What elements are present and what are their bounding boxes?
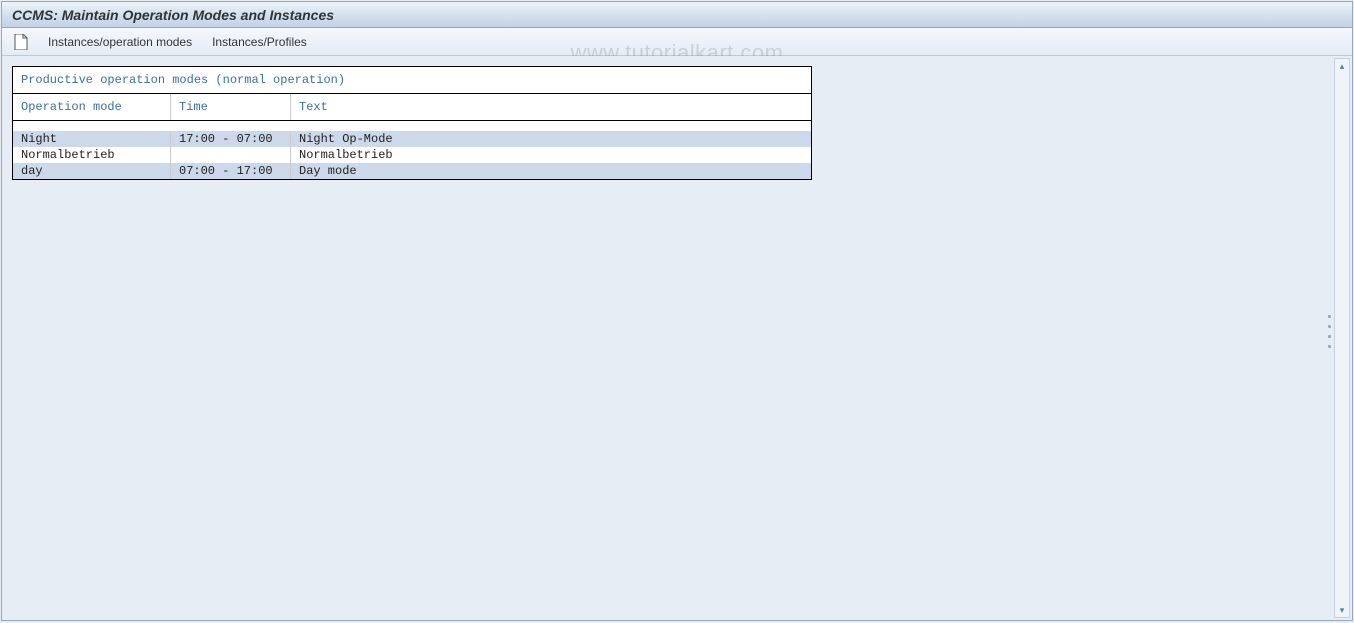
- scroll-up-icon[interactable]: ▴: [1335, 59, 1349, 73]
- table-row[interactable]: day 07:00 - 17:00 Day mode: [13, 163, 811, 179]
- table-row[interactable]: Normalbetrieb Normalbetrieb: [13, 147, 811, 163]
- table-row[interactable]: Night 17:00 - 07:00 Night Op-Mode: [13, 131, 811, 147]
- scroll-down-icon[interactable]: ▾: [1335, 603, 1349, 617]
- col-header-mode[interactable]: Operation mode: [13, 94, 171, 120]
- table-header-row: Operation mode Time Text: [13, 94, 811, 121]
- scroll-grip-icon[interactable]: [1326, 311, 1332, 351]
- cell-time: [171, 147, 291, 163]
- cell-mode: Normalbetrieb: [13, 147, 171, 163]
- cell-text: Day mode: [291, 163, 811, 179]
- title-bar: CCMS: Maintain Operation Modes and Insta…: [2, 2, 1352, 28]
- col-header-time[interactable]: Time: [171, 94, 291, 120]
- new-document-icon: [14, 34, 28, 50]
- page-title: CCMS: Maintain Operation Modes and Insta…: [12, 7, 334, 23]
- content-area: Productive operation modes (normal opera…: [2, 56, 1352, 620]
- cell-text: Normalbetrieb: [291, 147, 811, 163]
- table-body: Night 17:00 - 07:00 Night Op-Mode Normal…: [13, 121, 811, 179]
- vertical-scrollbar[interactable]: ▴ ▾: [1334, 58, 1350, 618]
- table-title: Productive operation modes (normal opera…: [13, 67, 811, 94]
- instances-profiles-link[interactable]: Instances/Profiles: [204, 33, 315, 51]
- toolbar: Instances/operation modes Instances/Prof…: [2, 28, 1352, 56]
- instances-operation-modes-link[interactable]: Instances/operation modes: [40, 33, 200, 51]
- operation-modes-table: Productive operation modes (normal opera…: [12, 66, 812, 180]
- cell-mode: Night: [13, 131, 171, 147]
- cell-mode: day: [13, 163, 171, 179]
- new-document-button[interactable]: [12, 33, 30, 51]
- cell-text: Night Op-Mode: [291, 131, 811, 147]
- cell-time: 07:00 - 17:00: [171, 163, 291, 179]
- col-header-text[interactable]: Text: [291, 94, 811, 120]
- app-frame: CCMS: Maintain Operation Modes and Insta…: [1, 1, 1353, 621]
- cell-time: 17:00 - 07:00: [171, 131, 291, 147]
